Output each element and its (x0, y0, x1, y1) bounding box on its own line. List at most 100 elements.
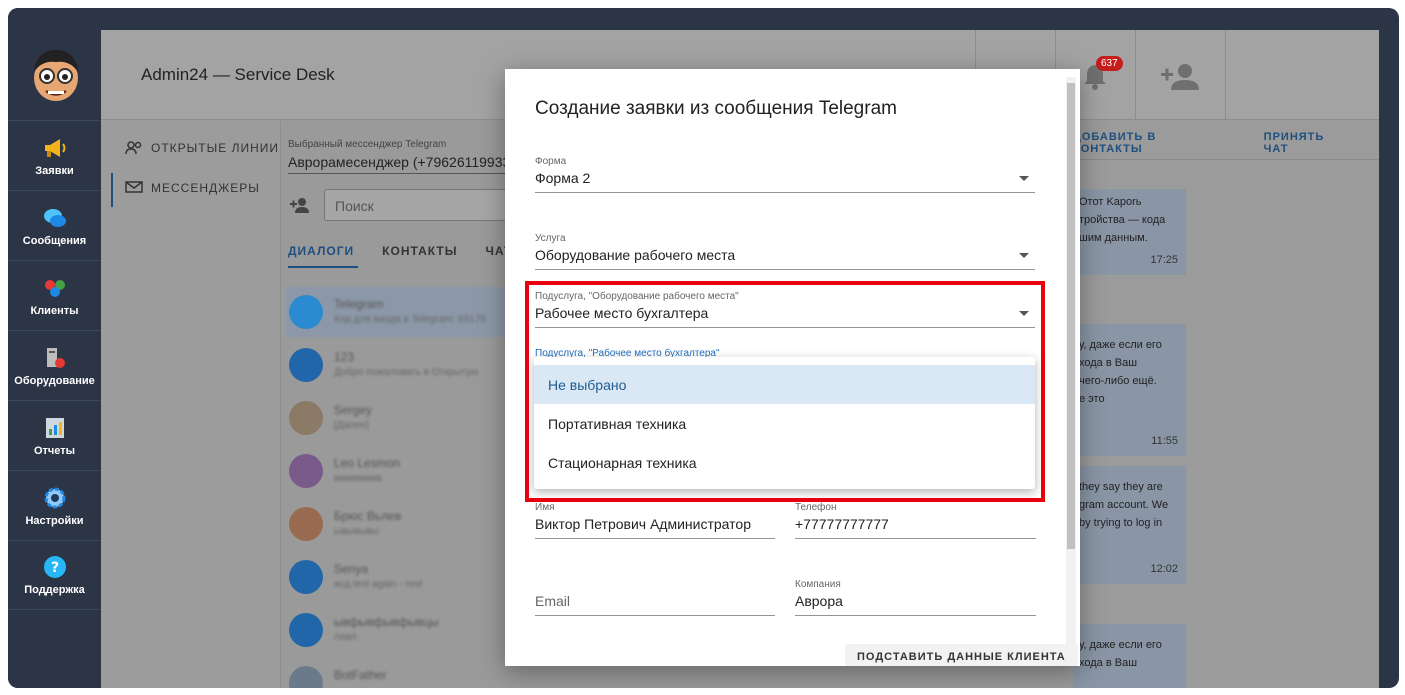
dropdown-option-stationary[interactable]: Стационарная техника (534, 443, 1035, 482)
add-contact-icon[interactable] (290, 197, 310, 213)
messenger-label: Выбранный мессенджер Telegram (288, 139, 447, 150)
phone-label: Телефон (795, 502, 837, 513)
subservice-dropdown-menu: Не выбрано Портативная техника Стационар… (534, 357, 1035, 489)
dropdown-option-portable[interactable]: Портативная техника (534, 404, 1035, 443)
dialog-name: ывфывфывфывцы (334, 615, 439, 629)
accept-chat-button[interactable]: ПРИНЯТЬ ЧАТ (1264, 131, 1353, 155)
subservice1-value: Рабочее место бухгалтера (535, 305, 709, 321)
list-item[interactable]: 123 Добро пожаловать в Открытую (286, 340, 522, 390)
sidebar-item-support[interactable]: ? Поддержка (8, 540, 101, 610)
open-lines-label: ОТКРЫТЫЕ ЛИНИИ (151, 141, 279, 155)
name-value: Виктор Петрович Администратор (535, 516, 751, 532)
avatar (289, 666, 323, 688)
phone-value: +77777777777 (795, 516, 889, 532)
chat-area: ДОБАВИТЬ В КОНТАКТЫ ПРИНЯТЬ ЧАТ Отот Kap… (1073, 121, 1379, 688)
dialog-text: исд test again - rest (334, 579, 423, 590)
phone-field[interactable]: Телефон +77777777777 (795, 502, 1036, 539)
form-value: Форма 2 (535, 170, 591, 186)
avatar (289, 401, 323, 435)
dialog-text: Код для входа в Telegram: 65176 (334, 314, 486, 325)
sidebar-item-reports[interactable]: Отчеты (8, 400, 101, 470)
dialog-name: 123 (334, 350, 355, 364)
chevron-down-icon (1019, 253, 1029, 258)
megaphone-icon (44, 138, 65, 157)
report-icon (45, 417, 64, 438)
clients-icon (44, 279, 65, 297)
name-label: Имя (535, 502, 555, 513)
active-indicator (111, 173, 113, 207)
service-label: Услуга (535, 233, 566, 244)
avatar (289, 348, 323, 382)
email-field[interactable]: Email (535, 579, 775, 616)
message-bubble: у, даже если его хода в Ваш чего-либо ещ… (1073, 324, 1186, 456)
name-field[interactable]: Имя Виктор Петрович Администратор (535, 502, 775, 539)
sidebar-item-tickets[interactable]: Заявки (8, 120, 101, 190)
add-to-contacts-button[interactable]: ДОБАВИТЬ В КОНТАКТЫ (1073, 131, 1230, 155)
dialog-text: /start (334, 632, 357, 643)
message-bubble: they say they are gram account. We by tr… (1073, 466, 1186, 584)
dialogs-panel: Выбранный мессенджер Telegram Аврорамесе… (282, 121, 528, 688)
chevron-down-icon (1019, 176, 1029, 181)
list-item[interactable]: BotFather (286, 658, 522, 688)
sidebar-item-clients[interactable]: Клиенты (8, 260, 101, 330)
dialog-tabs: ДИАЛОГИ КОНТАКТЫ ЧАТЫ (288, 244, 525, 258)
company-value: Аврора (795, 593, 843, 609)
company-field[interactable]: Компания Аврора (795, 579, 1036, 616)
tab-dialogs[interactable]: ДИАЛОГИ (288, 244, 354, 258)
list-item[interactable]: Telegram Код для входа в Telegram: 65176 (286, 287, 522, 337)
company-label: Компания (795, 579, 841, 590)
sidebar-item-label: Клиенты (30, 304, 79, 317)
sidebar-item-messages[interactable]: Сообщения (8, 190, 101, 260)
modal-scrollbar-thumb[interactable] (1067, 83, 1075, 549)
dialog-text: Добро пожаловать в Открытую (334, 367, 479, 378)
list-item[interactable]: Брюс Вьлев ывывывы (286, 499, 522, 549)
sidebar-item-equipment[interactable]: Оборудование (8, 330, 101, 400)
message-bubble: у, даже если его хода в Ваш (1073, 624, 1186, 688)
dialog-text: ывывывы (334, 526, 379, 537)
message-time: 11:55 (1151, 435, 1178, 447)
avatar (289, 507, 323, 541)
list-item[interactable]: Leo Lesmon ввввввввв (286, 446, 522, 496)
topbar-divider (1135, 30, 1136, 120)
dropdown-option-none[interactable]: Не выбрано (534, 365, 1035, 404)
fill-client-data-button[interactable]: ПОДСТАВИТЬ ДАННЫЕ КЛИЕНТА (845, 644, 1078, 666)
dialog-name: Leo Lesmon (334, 456, 401, 470)
email-placeholder: Email (535, 593, 571, 609)
telegram-avatar (289, 295, 323, 329)
dialog-name: BotFather (334, 668, 387, 682)
add-user-icon[interactable] (1161, 62, 1199, 90)
sidebar-item-label: Отчеты (33, 444, 76, 457)
message-bubble: Отот Kaporь тройства — кода шим данным. 1… (1073, 189, 1186, 275)
messengers-link[interactable]: МЕССЕНДЖЕРЫ (125, 181, 260, 195)
message-text: Отот Kaporь тройства — кода шим данным. (1079, 196, 1166, 244)
sidebar: Заявки Сообщения Клиенты Оборудование От… (8, 8, 101, 688)
tab-contacts[interactable]: КОНТАКТЫ (382, 244, 457, 258)
app-title: Admin24 — Service Desk (141, 65, 335, 84)
avatar (289, 613, 323, 647)
dialog-name: Sergey (334, 403, 373, 417)
subservice1-select[interactable]: Подуслуга, "Оборудование рабочего места"… (535, 291, 1035, 328)
help-icon: ? (43, 556, 66, 578)
list-item[interactable]: Sergey [Далее] (286, 393, 522, 443)
modal-title: Создание заявки из сообщения Telegram (535, 98, 897, 119)
search-input[interactable]: Поиск (324, 189, 524, 221)
list-item[interactable]: ывфывфывфывцы /start (286, 605, 522, 655)
messenger-select[interactable]: Аврорамесенджер (+79626119933) (288, 154, 528, 174)
service-value: Оборудование рабочего места (535, 247, 736, 263)
sidebar-item-settings[interactable]: Настройки (8, 470, 101, 540)
sidebar-item-label: Настройки (25, 514, 84, 527)
list-item[interactable]: Senya исд test again - rest (286, 552, 522, 602)
message-text: у, даже если его хода в Ваш чего-либо ещ… (1079, 339, 1162, 405)
tab-indicator (288, 266, 358, 268)
chevron-down-icon (1019, 311, 1029, 316)
service-select[interactable]: Услуга Оборудование рабочего места (535, 233, 1035, 270)
search-placeholder: Поиск (335, 198, 374, 214)
chat-bubbles-icon (43, 208, 66, 227)
lines-panel: ОТКРЫТЫЕ ЛИНИИ МЕССЕНДЖЕРЫ (101, 121, 281, 688)
avatar-logo[interactable] (30, 46, 82, 104)
notification-badge: 637 (1096, 56, 1123, 71)
sidebar-item-label: Заявки (35, 164, 74, 177)
open-lines-link[interactable]: ОТКРЫТЫЕ ЛИНИИ (125, 141, 279, 155)
form-select[interactable]: Форма Форма 2 (535, 156, 1035, 193)
sidebar-item-label: Сообщения (22, 234, 87, 247)
